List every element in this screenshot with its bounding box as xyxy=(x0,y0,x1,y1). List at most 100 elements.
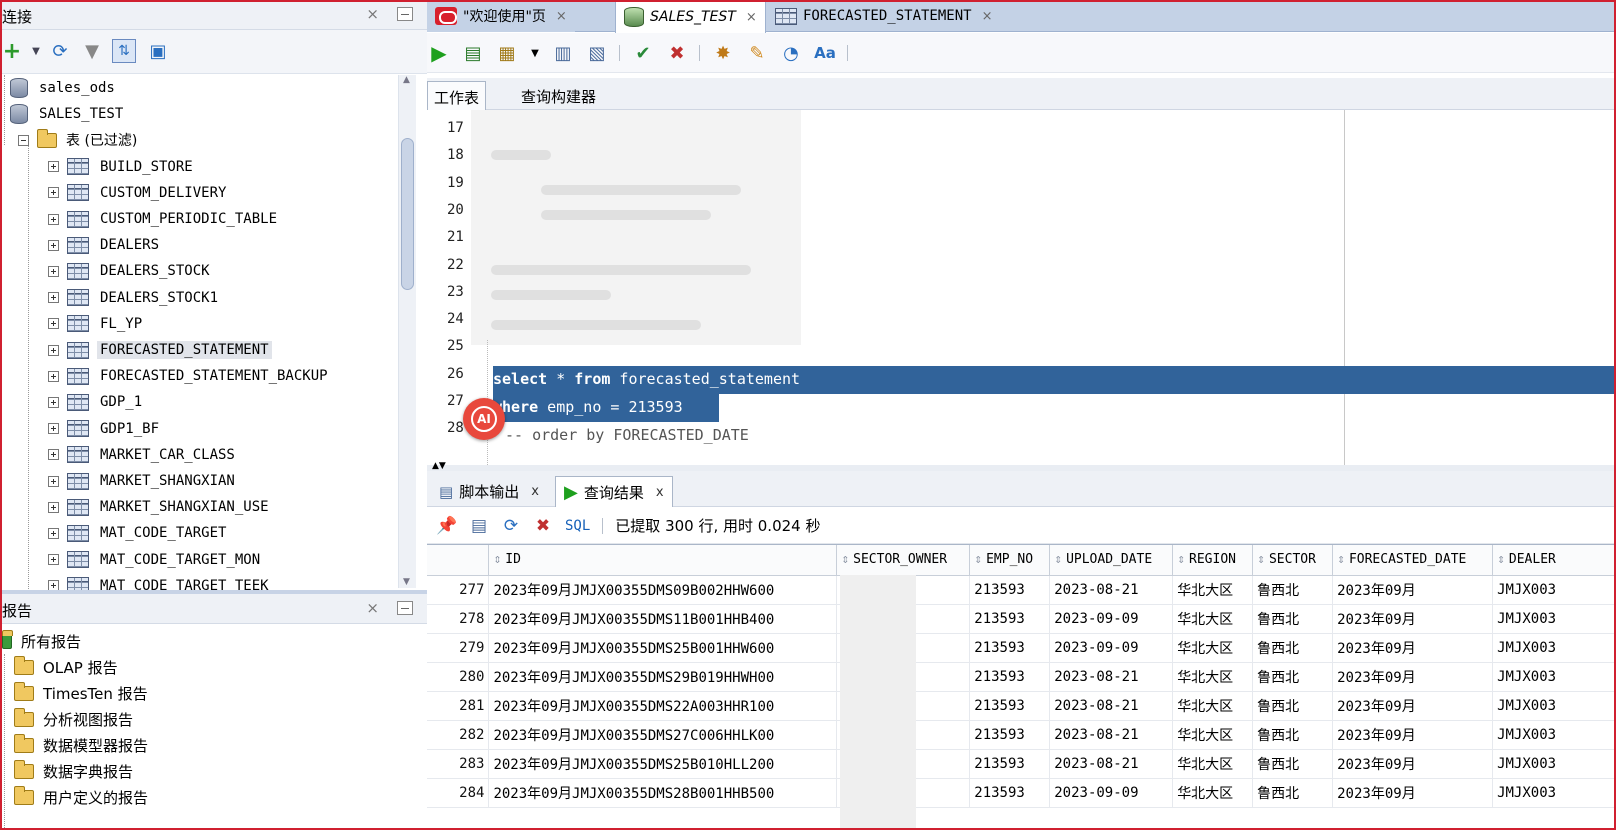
autotrace-icon[interactable]: ▧ xyxy=(585,41,609,65)
expand-icon[interactable] xyxy=(48,239,59,251)
cell-id[interactable]: 2023年09月JMJX00355DMS29B019HHWH00 xyxy=(488,662,838,692)
table-node[interactable]: FORECASTED_STATEMENT_BACKUP xyxy=(48,363,331,389)
cell-sector[interactable]: 鲁西北 xyxy=(1252,662,1334,692)
cell-sector[interactable]: 鲁西北 xyxy=(1252,604,1334,634)
sort-icon[interactable]: ⇕ xyxy=(493,552,501,567)
tab-forecasted-statement[interactable]: FORECASTED_STATEMENT × xyxy=(767,0,1000,32)
table-row[interactable]: 282 2023年09月JMJX00355DMS27C006HHLK00 21359… xyxy=(427,720,1616,750)
column-header[interactable]: ⇕ EMP_NO xyxy=(969,545,1051,576)
table-row[interactable]: 283 2023年09月JMJX00355DMS25B010HLL200 21359… xyxy=(427,749,1616,779)
column-header[interactable]: ⇕ SECTOR_OWNER xyxy=(836,545,971,576)
sql-editor[interactable]: 17 18 19 20 21 22 23 24 25 26 27 28 select * from f… xyxy=(427,110,1616,465)
cell-id[interactable]: 2023年09月JMJX00355DMS28B001HHB500 xyxy=(488,778,838,808)
sort-icon[interactable]: ⇕ xyxy=(1177,552,1185,567)
cell-sector[interactable]: 鲁西北 xyxy=(1252,575,1334,605)
column-header[interactable]: ⇕ UPLOAD_DATE xyxy=(1049,545,1174,576)
cell-dealer[interactable]: JMJX003 xyxy=(1492,749,1616,779)
cell-dealer[interactable]: JMJX003 xyxy=(1492,778,1616,808)
cell-upload[interactable]: 2023-08-21 xyxy=(1049,720,1174,750)
connections-close-icon[interactable]: × xyxy=(366,5,379,23)
tree-node-sales-test[interactable]: SALES_TEST xyxy=(10,101,126,127)
cell-sector[interactable]: 鲁西北 xyxy=(1252,778,1334,808)
selected-line-27[interactable]: where emp_no = 213593 xyxy=(493,394,719,422)
tab-sales-test[interactable]: SALES_TEST × xyxy=(615,0,766,33)
cell-id[interactable]: 2023年09月JMJX00355DMS09B002HHW600 xyxy=(488,575,838,605)
sort-icon[interactable]: ⇕ xyxy=(1257,552,1265,567)
cell-upload[interactable]: 2023-08-21 xyxy=(1049,749,1174,779)
table-row[interactable]: 280 2023年09月JMJX00355DMS29B019HHWH00 21359… xyxy=(427,662,1616,692)
refresh-icon[interactable]: ⟳ xyxy=(499,514,523,538)
run-statement-icon[interactable]: ▶ xyxy=(427,41,451,65)
cell-fdate[interactable]: 2023年09月 xyxy=(1332,633,1494,663)
expand-icon[interactable] xyxy=(48,449,59,461)
cell-region[interactable]: 华北大区 xyxy=(1172,720,1254,750)
selected-line-26[interactable]: select * from forecasted_statement xyxy=(493,366,1616,394)
cell-upload[interactable]: 2023-08-21 xyxy=(1049,575,1174,605)
cell-emp[interactable]: 213593 xyxy=(969,575,1051,605)
cell-region[interactable]: 华北大区 xyxy=(1172,662,1254,692)
tree-node-sales-ods[interactable]: sales_ods xyxy=(10,75,118,101)
report-node[interactable]: TimesTen 报告 xyxy=(14,680,151,706)
expand-icon[interactable] xyxy=(48,187,59,199)
table-node[interactable]: MARKET_CAR_CLASS xyxy=(48,442,238,468)
table-row[interactable]: 278 2023年09月JMJX00355DMS11B001HHB400 21359… xyxy=(427,604,1616,634)
cancel-query-icon[interactable]: ✖ xyxy=(531,514,555,538)
collapse-icon[interactable] xyxy=(18,134,29,146)
cell-region[interactable]: 华北大区 xyxy=(1172,778,1254,808)
table-node[interactable]: FL_YP xyxy=(48,311,145,337)
table-node[interactable]: GDP1_BF xyxy=(48,416,162,442)
table-node[interactable]: BUILD_STORE xyxy=(48,154,196,180)
expand-icon[interactable] xyxy=(48,370,59,382)
tab-close-icon[interactable]: × xyxy=(556,9,567,24)
cell-emp[interactable]: 213593 xyxy=(969,662,1051,692)
cell-id[interactable]: 2023年09月JMJX00355DMS25B010HLL200 xyxy=(488,749,838,779)
schema-browser-icon[interactable]: ⇅ xyxy=(112,39,136,63)
report-node[interactable]: 所有报告 xyxy=(2,628,84,654)
cell-sector[interactable]: 鲁西北 xyxy=(1252,749,1334,779)
expand-icon[interactable] xyxy=(48,213,59,225)
sql-link[interactable]: SQL xyxy=(565,518,590,534)
cell-fdate[interactable]: 2023年09月 xyxy=(1332,691,1494,721)
tab-welcome-page[interactable]: "欢迎使用"页 × xyxy=(427,0,575,32)
report-node[interactable]: 数据字典报告 xyxy=(14,758,136,784)
cell-fdate[interactable]: 2023年09月 xyxy=(1332,720,1494,750)
table-node[interactable]: MAT_CODE_TARGET_MON xyxy=(48,547,263,573)
cell-id[interactable]: 2023年09月JMJX00355DMS22A003HHR100 xyxy=(488,691,838,721)
expand-icon[interactable] xyxy=(48,265,59,277)
cell-region[interactable]: 华北大区 xyxy=(1172,633,1254,663)
table-row[interactable]: 284 2023年09月JMJX00355DMS28B001HHB500 21359… xyxy=(427,778,1616,808)
refresh-icon[interactable]: ⟳ xyxy=(48,39,72,63)
cell-emp[interactable]: 213593 xyxy=(969,604,1051,634)
expand-icon[interactable] xyxy=(48,554,59,566)
tree-node-tables-filtered[interactable]: 表 (已过滤) xyxy=(18,127,140,153)
splitter-arrows-icon[interactable]: ▲▼ xyxy=(432,461,446,471)
expand-icon[interactable] xyxy=(48,475,59,487)
cell-dealer[interactable]: JMJX003 xyxy=(1492,633,1616,663)
sql-tuning-icon[interactable]: ✸ xyxy=(711,41,735,65)
tab-query-result[interactable]: ▶ 查询结果 x xyxy=(555,476,673,507)
sort-icon[interactable]: ⇕ xyxy=(974,552,982,567)
clear-icon[interactable]: ✎ xyxy=(745,41,769,65)
add-connection-icon[interactable]: + xyxy=(0,39,24,64)
cell-fdate[interactable]: 2023年09月 xyxy=(1332,662,1494,692)
expand-icon[interactable] xyxy=(48,292,59,304)
cell-dealer[interactable]: JMJX003 xyxy=(1492,720,1616,750)
cell-id[interactable]: 2023年09月JMJX00355DMS27C006HHLK00 xyxy=(488,720,838,750)
tab-script-output[interactable]: ▤ 脚本输出 x xyxy=(431,476,547,507)
commit-transaction-icon[interactable]: ✔ xyxy=(631,41,655,65)
cell-fdate[interactable]: 2023年09月 xyxy=(1332,604,1494,634)
cell-dealer[interactable]: JMJX003 xyxy=(1492,691,1616,721)
table-row[interactable]: 277 2023年09月JMJX00355DMS09B002HHW600 21359… xyxy=(427,575,1616,605)
cell-emp[interactable]: 213593 xyxy=(969,778,1051,808)
report-node[interactable]: 分析视图报告 xyxy=(14,706,136,732)
cell-sector[interactable]: 鲁西北 xyxy=(1252,720,1334,750)
cell-dealer[interactable]: JMJX003 xyxy=(1492,604,1616,634)
tab-close-icon[interactable]: × xyxy=(982,9,993,24)
table-node[interactable]: MAT_CODE_TARGET xyxy=(48,520,229,546)
report-node[interactable]: 用户定义的报告 xyxy=(14,784,151,810)
sort-icon[interactable]: ⇕ xyxy=(1054,552,1062,567)
cell-region[interactable]: 华北大区 xyxy=(1172,749,1254,779)
reports-minimize-icon[interactable] xyxy=(397,601,413,615)
column-header[interactable]: ⇕ REGION xyxy=(1172,545,1254,576)
expand-icon[interactable] xyxy=(48,161,59,173)
